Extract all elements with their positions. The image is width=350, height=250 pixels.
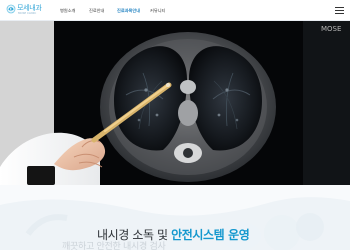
main-navigation: 병원소개 진료안내 진료과목안내 커뮤니티	[0, 0, 350, 21]
page: 모세내과 MOSE CLINIC 병원소개 진료안내 진료과목안내 커뮤니티 M…	[0, 0, 350, 250]
nav-item-clinic-intro[interactable]: 병원소개	[60, 8, 75, 13]
section-title: 내시경 소독 및 안전시스템 운영	[97, 228, 250, 242]
hamburger-icon-line	[335, 13, 344, 14]
section-title-highlight: 안전시스템 운영	[171, 228, 250, 242]
hamburger-icon-line	[335, 10, 344, 11]
nav-item-treatment-guide[interactable]: 진료안내	[89, 8, 104, 13]
hamburger-menu-button[interactable]	[335, 7, 344, 14]
section-title-prefix: 내시경 소독 및	[97, 228, 172, 242]
chest-ct-image: MOSE	[0, 21, 350, 185]
hamburger-icon	[335, 7, 344, 8]
ct-corner-label: MOSE	[321, 25, 341, 33]
site-header: 모세내과 MOSE CLINIC 병원소개 진료안내 진료과목안내 커뮤니티	[0, 0, 350, 21]
nav-item-community[interactable]: 커뮤니티	[150, 8, 165, 13]
endoscopy-safety-section: 내시경 소독 및 안전시스템 운영 깨끗하고 안전한 내시경 검사	[0, 185, 350, 250]
hero-banner: MOSE	[0, 21, 350, 185]
section-subtitle-partial: 깨끗하고 안전한 내시경 검사	[62, 242, 166, 250]
nav-item-department-guide[interactable]: 진료과목안내	[117, 8, 140, 13]
